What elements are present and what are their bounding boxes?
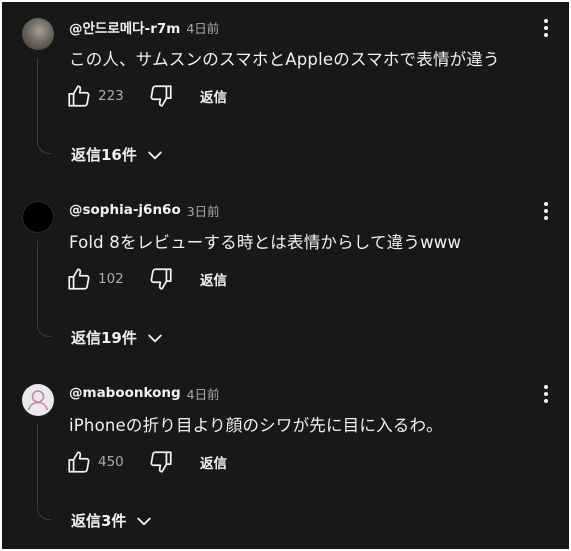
view-replies-button[interactable]: 返信3件: [71, 510, 154, 531]
comment-author[interactable]: @sophia-j6n6o: [69, 202, 181, 218]
thumbs-down-icon[interactable]: [148, 449, 174, 475]
avatar[interactable]: [22, 201, 54, 233]
comment-text: この人、サムスンのスマホとAppleのスマホで表情が違う: [69, 50, 500, 69]
avatar[interactable]: [22, 18, 54, 50]
reply-button[interactable]: 返信: [200, 269, 227, 289]
default-person-icon: [27, 390, 49, 411]
like-count: 102: [98, 271, 124, 287]
comment-text: Fold 8をレビューする時とは表情からして違うwww: [69, 233, 462, 252]
comment-item: @안드로메다-r7m 4日前 この人、サムスンのスマホとAppleのスマホで表情…: [2, 2, 569, 185]
comment-author[interactable]: @안드로메다-r7m: [69, 17, 180, 37]
thumbs-up-icon[interactable]: [66, 266, 92, 292]
comment-time[interactable]: 4日前: [186, 18, 219, 37]
like-count: 450: [98, 454, 124, 470]
more-vert-icon[interactable]: [534, 382, 558, 406]
comment-item: @sophia-j6n6o 3日前 Fold 8をレビューする時とは表情からして…: [2, 185, 569, 368]
chevron-down-icon: [148, 334, 162, 342]
thumbs-down-icon[interactable]: [148, 266, 174, 292]
comment-item: @maboonkong 4日前 iPhoneの折り目より顔のシワが先に目に入るわ…: [2, 368, 569, 549]
comment-time[interactable]: 4日前: [187, 384, 220, 403]
thread-line: [37, 424, 51, 520]
chevron-down-icon: [148, 151, 162, 159]
comment-meta: @안드로메다-r7m 4日前: [69, 17, 219, 38]
chevron-down-icon: [137, 517, 152, 525]
like-count: 223: [98, 88, 124, 104]
view-replies-button[interactable]: 返信16件: [71, 144, 165, 165]
comment-meta: @sophia-j6n6o 3日前: [69, 200, 220, 220]
comment-actions: 450 返信: [66, 448, 227, 476]
more-vert-icon[interactable]: [534, 16, 558, 40]
comment-text: iPhoneの折り目より顔のシワが先に目に入るわ。: [69, 416, 443, 435]
thumbs-down-icon[interactable]: [148, 83, 174, 109]
comment-time[interactable]: 3日前: [187, 201, 220, 220]
avatar[interactable]: [22, 384, 54, 416]
reply-button[interactable]: 返信: [200, 86, 227, 106]
replies-count-label: 返信19件: [71, 329, 137, 347]
reply-button[interactable]: 返信: [200, 452, 227, 472]
comments-panel: @안드로메다-r7m 4日前 この人、サムスンのスマホとAppleのスマホで表情…: [2, 2, 569, 549]
thumbs-up-icon[interactable]: [66, 449, 92, 475]
thumbs-up-icon[interactable]: [66, 83, 92, 109]
comment-actions: 223 返信: [66, 82, 227, 110]
replies-count-label: 返信3件: [71, 512, 127, 530]
thread-line: [37, 241, 51, 337]
view-replies-button[interactable]: 返信19件: [71, 327, 165, 348]
comment-author[interactable]: @maboonkong: [69, 385, 181, 401]
replies-count-label: 返信16件: [71, 146, 137, 164]
comment-meta: @maboonkong 4日前: [69, 383, 220, 403]
thread-line: [37, 58, 51, 154]
comment-actions: 102 返信: [66, 265, 227, 293]
more-vert-icon[interactable]: [534, 199, 558, 223]
